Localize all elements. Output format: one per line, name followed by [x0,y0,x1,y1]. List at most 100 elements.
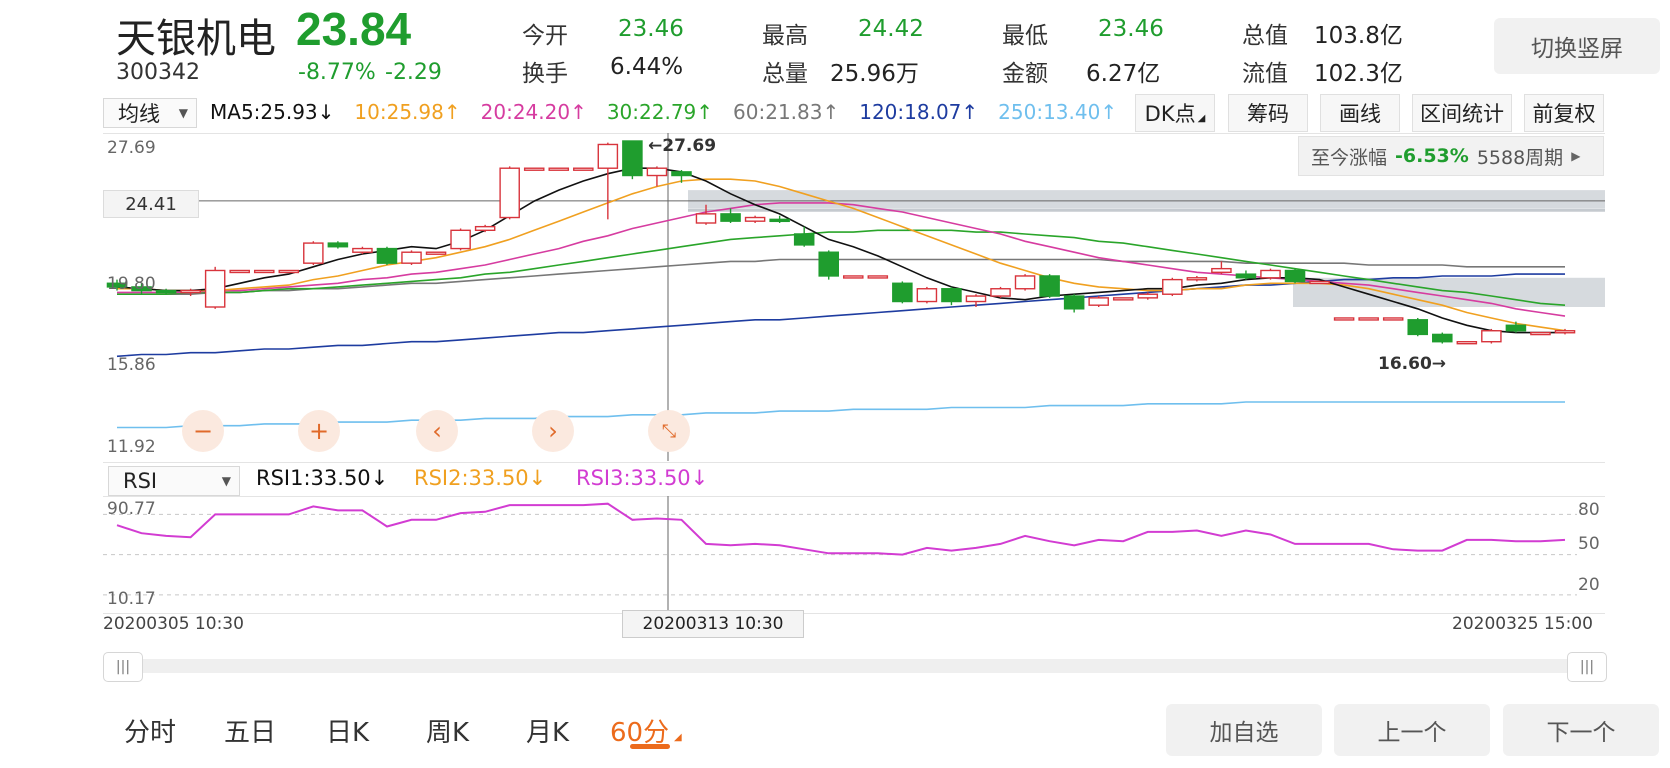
amount-label: 金额 [1002,61,1048,87]
candle-body [818,251,840,277]
volume-value: 25.96万 [830,61,919,87]
range-scroller[interactable] [103,659,1605,673]
corner-triangle-icon: ◢ [674,732,682,743]
tab-intraday[interactable]: 分时 [124,712,176,749]
float-value: 102.3亿 [1314,61,1403,87]
candle-body [1063,295,1085,310]
chevron-right-icon: › [548,417,558,445]
ma250-legend: 250:13.40↑ [998,100,1118,124]
zoom-out-button[interactable]: − [182,410,224,452]
float-label: 流值 [1242,61,1288,87]
candle-body [1554,330,1576,334]
ma10-legend: 10:25.98↑ [354,100,461,124]
y-label-mid: 19.80 [107,274,156,294]
y-label-min: 11.92 [107,437,156,457]
previous-stock-button[interactable]: 上一个 [1334,704,1490,756]
ma30-legend: 30:22.79↑ [606,100,714,124]
candle-body [278,269,300,274]
rsi-label-min: 10.17 [107,589,156,609]
since-change-box[interactable]: 至今涨幅 -6.53% 5588周期 ▶ [1298,136,1604,176]
rsi-level-80: 80 [1578,500,1600,520]
since-label: 至今涨幅 [1311,146,1388,169]
ma-legend: MA5:25.93↓ 10:25.98↑ 20:24.20↑ 30:22.79↑… [210,94,1117,130]
candle-body [327,242,349,248]
candle-body [1112,297,1134,301]
candle-body [941,288,962,303]
candle-body [450,229,471,250]
candle-body [720,213,741,222]
candle-body [1284,269,1306,283]
time-start: 20200305 10:30 [103,614,244,634]
draw-line-button[interactable]: 画线 [1320,94,1400,132]
candle-body [1382,317,1404,321]
candle-body [744,216,766,222]
candle-body [769,218,790,223]
candle-body [990,288,1011,297]
candle-body [695,213,717,224]
mktcap-value: 103.8亿 [1314,23,1403,49]
switch-orientation-button[interactable]: 切换竖屏 [1494,18,1660,74]
candle-body [597,143,619,169]
rsi-chart[interactable] [103,496,1605,612]
scroll-left-button[interactable]: ‹ [416,410,458,452]
dk-point-button[interactable]: DK点 ◢ [1135,94,1215,132]
chevron-right-small-icon: ▶ [1571,149,1581,163]
range-stats-button[interactable]: 区间统计 [1412,94,1512,132]
range-handle-left[interactable]: ||| [103,652,143,682]
add-watchlist-button[interactable]: 加自选 [1166,704,1322,756]
candle-body [499,167,520,219]
candle-body [916,288,938,303]
ma60-legend: 60:21.83↑ [733,100,840,124]
scroll-right-button[interactable]: › [532,410,574,452]
y-label-max: 27.69 [107,138,156,158]
candle-body [1088,297,1109,306]
minus-icon: − [192,417,214,445]
candle-body [352,247,373,253]
candle-body [1186,277,1208,281]
candle-body [892,282,913,303]
rsi-level-20: 20 [1578,575,1600,595]
candle-body [401,251,422,264]
tab-monthly-k[interactable]: 月K [526,712,569,749]
candle-body [204,269,226,308]
candle-body [523,167,545,171]
ma5-legend: MA5:25.93↓ [210,100,335,124]
grip-icon: ||| [1579,659,1595,675]
candle-body [180,289,201,294]
next-stock-button[interactable]: 下一个 [1503,704,1659,756]
grip-icon: ||| [115,659,131,675]
candle-body [1333,317,1355,321]
indicator-select[interactable]: 均线 ▼ [103,98,197,128]
corner-triangle-icon: ◢ [1197,112,1206,124]
y-label-crosshair: 24.41 [103,190,199,218]
candle-body [1039,275,1060,297]
candle-body [1235,273,1257,279]
tab-weekly-k[interactable]: 周K [426,712,469,749]
candle-body [548,167,570,171]
caret-down-icon: ▼ [178,106,188,120]
collapse-button[interactable]: ⤡ [648,410,690,452]
change-percent: -8.77% [298,60,376,85]
open-value: 23.46 [618,16,684,42]
time-end: 20200325 15:00 [1452,614,1593,634]
rsi-select-label: RSI [123,469,158,493]
open-label: 今开 [522,23,568,49]
range-handle-right[interactable]: ||| [1567,652,1607,682]
tab-five-day[interactable]: 五日 [224,712,276,749]
rsi-select[interactable]: RSI ▼ [108,466,240,496]
ma20-legend: 20:24.20↑ [480,100,587,124]
stock-name: 天银机电 [116,16,276,62]
tab-daily-k[interactable]: 日K [326,712,369,749]
candle-body [1481,330,1502,343]
caret-down-icon: ▼ [221,474,231,488]
low-label: 最低 [1002,23,1048,49]
chip-button[interactable]: 筹码 [1228,94,1308,132]
low-value: 23.46 [1098,16,1164,42]
forward-adjust-button[interactable]: 前复权 [1524,94,1604,132]
zoom-in-button[interactable]: + [298,410,340,452]
min-price-marker: 16.60→ [1378,354,1447,374]
candle-body [1530,331,1551,336]
active-tab-underline [630,744,670,749]
stock-code: 300342 [116,60,200,85]
candle-body [376,247,398,264]
